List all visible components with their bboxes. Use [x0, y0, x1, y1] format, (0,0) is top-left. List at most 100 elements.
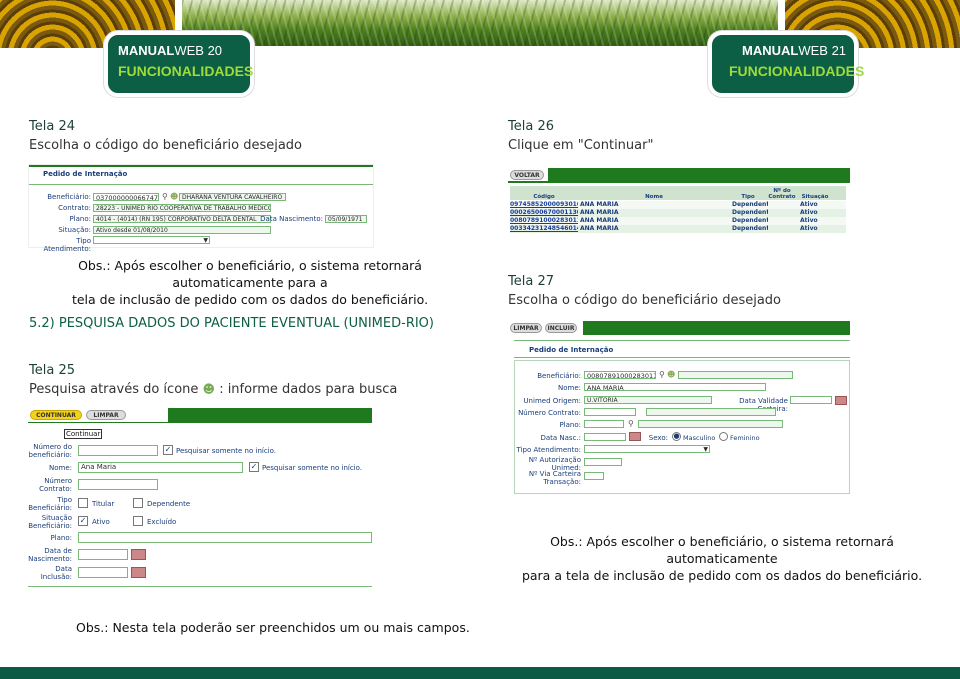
screenshot-tela27: LIMPAR INCLUIR Pedido de Internação Bene… — [508, 320, 850, 498]
column-header[interactable]: Situação — [798, 186, 832, 200]
incluir-button[interactable]: INCLUIR — [545, 323, 577, 333]
table-cell: ANA MARIA — [580, 217, 619, 224]
label-data-inclusao: Data Inclusão: — [28, 565, 72, 581]
pesquisar-inicio-checkbox[interactable]: ✓ — [163, 445, 173, 455]
header-badge-right: MANUALWEB 21 FUNCIONALIDADES — [708, 31, 864, 97]
label-numero-contrato: Número Contrato: — [28, 477, 72, 493]
beneficiario-code-link[interactable]: 00807891000283011 — [510, 217, 578, 225]
continuar-button[interactable]: CONTINUAR — [30, 410, 82, 420]
beneficiario-code-input[interactable]: 037000000066747 — [93, 193, 159, 201]
table-cell: Ativo — [800, 225, 818, 232]
calendar-icon[interactable] — [835, 396, 847, 405]
screenshot-tela26: VOLTAR Código Nome Tipo Nº do Contrato Situa… — [508, 166, 850, 244]
plano-input[interactable] — [584, 420, 624, 428]
divider — [29, 184, 373, 185]
beneficiario-input[interactable]: 00807891000283011 — [584, 371, 656, 379]
autorizacao-unimed-input[interactable] — [584, 458, 622, 466]
label-beneficiario: Beneficiário: — [537, 372, 581, 380]
beneficiario-name-field: DHARANA VENTURA CAVALHEIRO — [179, 193, 286, 201]
brand-light: WEB — [174, 43, 204, 58]
obs-line: Obs.: Após escolher o beneficiário, o si… — [550, 534, 894, 566]
table-row[interactable]: 00334231248546014ANA MARIA Dependente Ativ… — [510, 225, 846, 233]
checkbox-label: Pesquisar somente no início. — [176, 447, 277, 455]
unimed-origem-field: U.VITORIA — [584, 396, 712, 404]
obs-tela24: Obs.: Após escolher o beneficiário, o si… — [28, 257, 472, 308]
table-cell: Dependente — [732, 217, 768, 224]
beneficiario-code-link[interactable]: 09745852000093016 — [510, 201, 578, 209]
tipo-atendimento-select[interactable]: ▼ — [93, 236, 210, 244]
obs-line: Obs.: Após escolher o beneficiário, o si… — [78, 258, 422, 290]
data-inclusao-input[interactable] — [78, 567, 128, 578]
label-contrato: Contrato: — [58, 204, 91, 212]
numero-contrato-input[interactable] — [78, 479, 158, 490]
label-line: Número do — [33, 443, 72, 451]
nome-input[interactable]: ANA MARIA — [584, 383, 766, 391]
label-numero-contrato: Número Contrato: — [518, 409, 581, 417]
nome-input[interactable]: Ana Maria — [78, 462, 243, 473]
brand-light: WEB — [798, 43, 828, 58]
green-rule — [28, 422, 372, 423]
pesquisar-inicio-checkbox[interactable]: ✓ — [249, 462, 259, 472]
limpar-button[interactable]: LIMPAR — [86, 410, 126, 420]
numero-contrato-input[interactable] — [584, 408, 636, 416]
plano-input[interactable] — [78, 532, 372, 543]
table-row[interactable]: 00807891000283011ANA MARIA Dependente Ativ… — [510, 217, 846, 225]
validade-carteira-input[interactable] — [790, 396, 832, 404]
column-header[interactable]: Tipo — [730, 186, 766, 200]
label-line: Contrato: — [39, 485, 72, 493]
titular-checkbox[interactable] — [78, 498, 88, 508]
sexo-masculino-radio[interactable]: ● — [672, 432, 681, 441]
table-cell — [768, 217, 798, 225]
label-line: Nascimento: — [28, 555, 72, 563]
label-nome: Nome: — [48, 464, 72, 472]
label-situacao-beneficiario: Situação Beneficiário: — [28, 514, 72, 530]
search-icon[interactable]: ⚲ — [659, 370, 665, 379]
chevron-down-icon: ▼ — [703, 446, 708, 453]
screenshot-tela24: Pedido de Internação Beneficiário: 03700… — [28, 164, 374, 253]
table-cell: ANA MARIA — [580, 201, 619, 208]
label-tipo-atendimento: Tipo Atendimento: — [516, 446, 581, 454]
radio-label: Feminino — [730, 434, 760, 442]
people-search-icon[interactable]: ☻ — [667, 370, 675, 379]
beneficiario-code-link[interactable]: 00334231248546014 — [510, 225, 578, 233]
tipo-atendimento-select[interactable]: ▼ — [584, 445, 710, 453]
tela25-caption: Pesquisa através do ícone ☻ : informe da… — [29, 382, 397, 397]
table-cell: Ativo — [800, 201, 818, 208]
via-carteira-input[interactable] — [584, 472, 604, 480]
dependente-checkbox[interactable] — [133, 498, 143, 508]
people-search-icon[interactable]: ☻ — [170, 192, 178, 201]
column-header[interactable]: Nome — [580, 186, 728, 200]
label-line: Nº Autorização — [528, 456, 581, 464]
tela24-title: Tela 24 — [29, 119, 75, 134]
table-row[interactable]: 00026500670001130ANA MARIA Dependente Ativ… — [510, 209, 846, 217]
option-label: Excluído — [147, 518, 177, 526]
label-line: Beneficiário: — [28, 504, 72, 512]
label-via-carteira: Nº Via Carteira Transação: — [508, 470, 581, 486]
ativo-checkbox[interactable]: ✓ — [78, 516, 88, 526]
search-icon[interactable]: ⚲ — [162, 192, 168, 201]
numero-beneficiario-input[interactable] — [78, 445, 158, 456]
excluido-checkbox[interactable] — [133, 516, 143, 526]
calendar-icon[interactable] — [131, 567, 146, 578]
column-header[interactable]: Nº do Contrato — [768, 186, 796, 200]
sexo-feminino-radio[interactable] — [719, 432, 728, 441]
label-situacao: Situação: — [58, 226, 91, 234]
label-tipo-beneficiario: Tipo Beneficiário: — [28, 496, 72, 512]
table-row[interactable]: 09745852000093016ANA MARIA Dependente Ativ… — [510, 201, 846, 209]
radio-label: Masculino — [683, 434, 716, 442]
column-header[interactable]: Código — [510, 186, 578, 200]
limpar-button[interactable]: LIMPAR — [510, 323, 542, 333]
label-line: Inclusão: — [40, 573, 72, 581]
voltar-button[interactable]: VOLTAR — [510, 170, 544, 180]
data-nascimento-field: 05/09/1971 — [325, 215, 367, 223]
label-nome: Nome: — [557, 384, 581, 392]
calendar-icon[interactable] — [131, 549, 146, 560]
data-nasc-input[interactable] — [584, 433, 626, 441]
section-label: FUNCIONALIDADES — [729, 63, 865, 79]
search-icon[interactable]: ⚲ — [628, 419, 634, 428]
data-nascimento-input[interactable] — [78, 549, 128, 560]
table-cell: Dependente — [732, 225, 768, 232]
brand-bold: MANUAL — [742, 43, 799, 58]
beneficiario-code-link[interactable]: 00026500670001130 — [510, 209, 578, 217]
label-data-nascimento: Data Nascimento: — [260, 215, 323, 223]
